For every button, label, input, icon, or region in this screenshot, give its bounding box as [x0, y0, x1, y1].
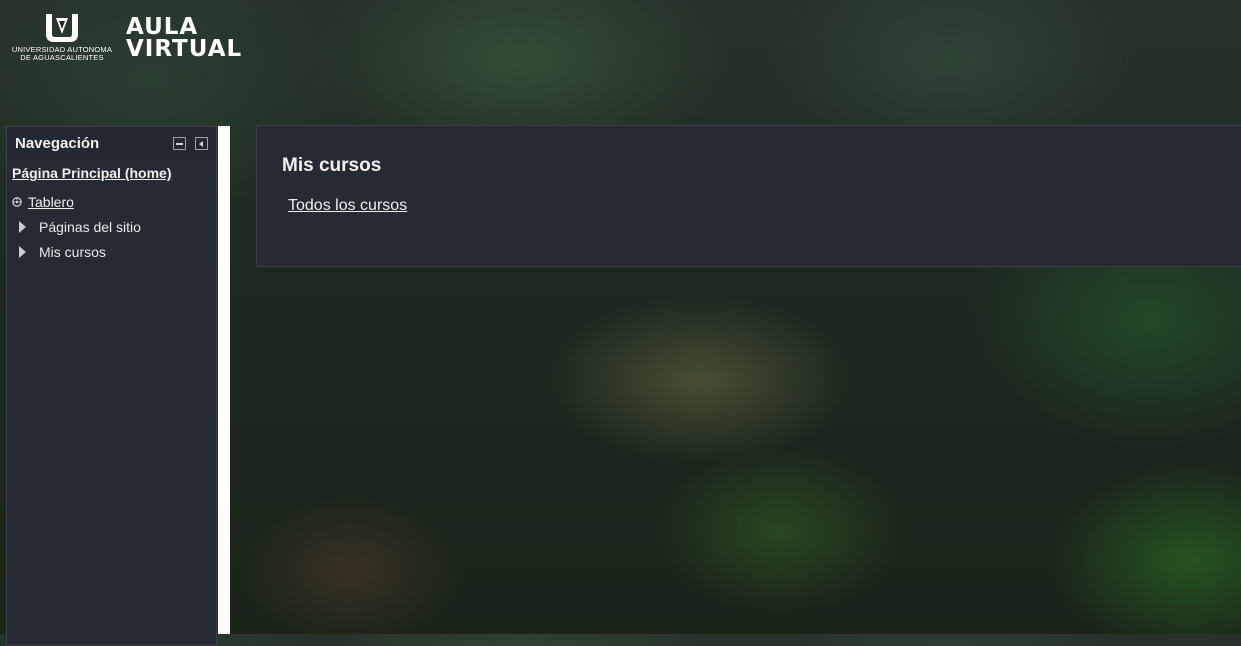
nav-home-link[interactable]: Página Principal (home) — [12, 165, 216, 181]
wordmark-line-1: AULA — [126, 14, 199, 40]
collapse-block-icon[interactable] — [173, 136, 186, 150]
chevron-right-icon[interactable] — [19, 220, 26, 233]
my-courses-card: Mis cursos Todos los cursos — [256, 125, 1241, 267]
sidebar-divider — [218, 126, 230, 634]
university-emblem-icon — [46, 14, 78, 42]
navigation-header: Navegación — [7, 127, 216, 159]
navigation-list: Página Principal (home) Tablero Páginas … — [7, 159, 216, 264]
nav-item-mis-cursos[interactable]: Mis cursos — [12, 239, 216, 264]
aula-virtual-wordmark: AULA VIRTUAL — [126, 14, 243, 62]
all-courses-link[interactable]: Todos los cursos — [288, 197, 407, 215]
nav-item-tablero[interactable]: Tablero — [12, 189, 216, 214]
nav-item-paginas-del-sitio[interactable]: Páginas del sitio — [12, 214, 216, 239]
navigation-title: Navegación — [15, 134, 100, 152]
university-name: UNIVERSIDAD AUTONOMA DE AGUASCALIENTES — [11, 45, 113, 62]
university-logo: UNIVERSIDAD AUTONOMA DE AGUASCALIENTES — [10, 12, 114, 62]
nav-item-label[interactable]: Páginas del sitio — [39, 219, 141, 235]
dashboard-icon — [12, 196, 22, 207]
section-title: Mis cursos — [282, 155, 382, 176]
nav-item-label[interactable]: Tablero — [28, 194, 74, 210]
nav-item-label[interactable]: Mis cursos — [39, 244, 106, 260]
wordmark-line-2: VIRTUAL — [126, 36, 243, 62]
navigation-block: Navegación Página Principal (home) Table… — [6, 126, 217, 646]
chevron-right-icon[interactable] — [19, 245, 26, 258]
dock-block-icon[interactable] — [195, 136, 208, 150]
site-logo[interactable]: UNIVERSIDAD AUTONOMA DE AGUASCALIENTES A… — [10, 12, 242, 62]
